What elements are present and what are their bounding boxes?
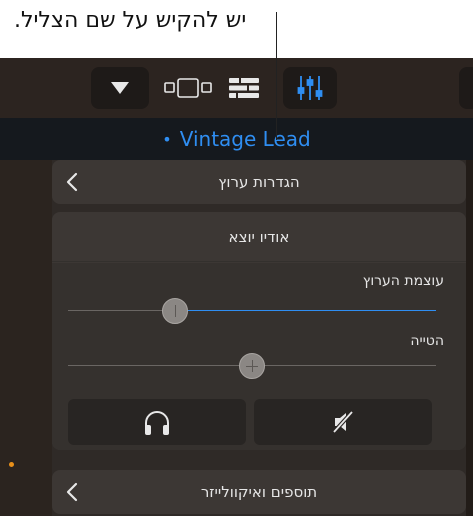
patch-dot: •: [162, 129, 172, 149]
solo-button[interactable]: [68, 399, 246, 445]
sliders-icon: [297, 76, 323, 100]
volume-label: עוצמת הערוץ: [362, 273, 444, 289]
audio-output-title: אודיו יוצא: [228, 227, 290, 246]
dropdown-button[interactable]: [91, 67, 149, 109]
tracks-view-button[interactable]: [216, 67, 272, 109]
region-marker: [9, 462, 14, 467]
tracks-list-icon: [229, 78, 259, 98]
volume-slider[interactable]: [68, 297, 436, 325]
patch-name[interactable]: Vintage Lead: [180, 127, 311, 151]
right-edge: [466, 160, 473, 516]
callout-area: יש להקיש על שם הצליל.: [0, 0, 473, 58]
plugins-eq-row[interactable]: תוספים ואיקוולייזר: [52, 470, 466, 514]
app-window: • Vintage Lead הגדרות ערוץ אודיו יוצא עו…: [0, 58, 473, 516]
inspector-panel: הגדרות ערוץ אודיו יוצא עוצמת הערוץ הטייה: [52, 160, 466, 516]
tracks-area: [0, 160, 52, 516]
speaker-muted-icon: [331, 409, 355, 435]
audio-buttons-row: [68, 399, 432, 445]
pan-knob[interactable]: [239, 353, 265, 379]
audio-output-card: אודיו יוצא עוצמת הערוץ הטייה: [52, 212, 466, 450]
patch-name-bar[interactable]: • Vintage Lead: [0, 118, 473, 160]
volume-knob[interactable]: [161, 298, 188, 324]
mute-button[interactable]: [254, 399, 432, 445]
pan-label: הטייה: [410, 333, 444, 349]
audio-output-header[interactable]: אודיו יוצא: [52, 212, 466, 262]
volume-fill: [174, 310, 436, 311]
controls-button[interactable]: [283, 67, 337, 109]
callout-text: יש להקיש על שם הצליל.: [14, 8, 247, 33]
callout-line: [276, 12, 277, 140]
keyboard-view-button[interactable]: [158, 67, 218, 109]
track-settings-label: הגדרות ערוץ: [218, 173, 300, 191]
keyboard-layout-icon: [164, 78, 212, 98]
toolbar-edge-button[interactable]: [459, 67, 473, 109]
chevron-left-icon: [66, 482, 78, 502]
toolbar: [0, 58, 473, 118]
headphones-icon: [145, 411, 169, 435]
pan-slider[interactable]: [68, 352, 436, 380]
chevron-left-icon: [66, 172, 78, 192]
audio-output-controls: עוצמת הערוץ הטייה: [52, 263, 466, 450]
triangle-down-icon: [111, 82, 129, 94]
plugins-eq-label: תוספים ואיקוולייזר: [200, 483, 318, 501]
track-settings-row[interactable]: הגדרות ערוץ: [52, 160, 466, 204]
